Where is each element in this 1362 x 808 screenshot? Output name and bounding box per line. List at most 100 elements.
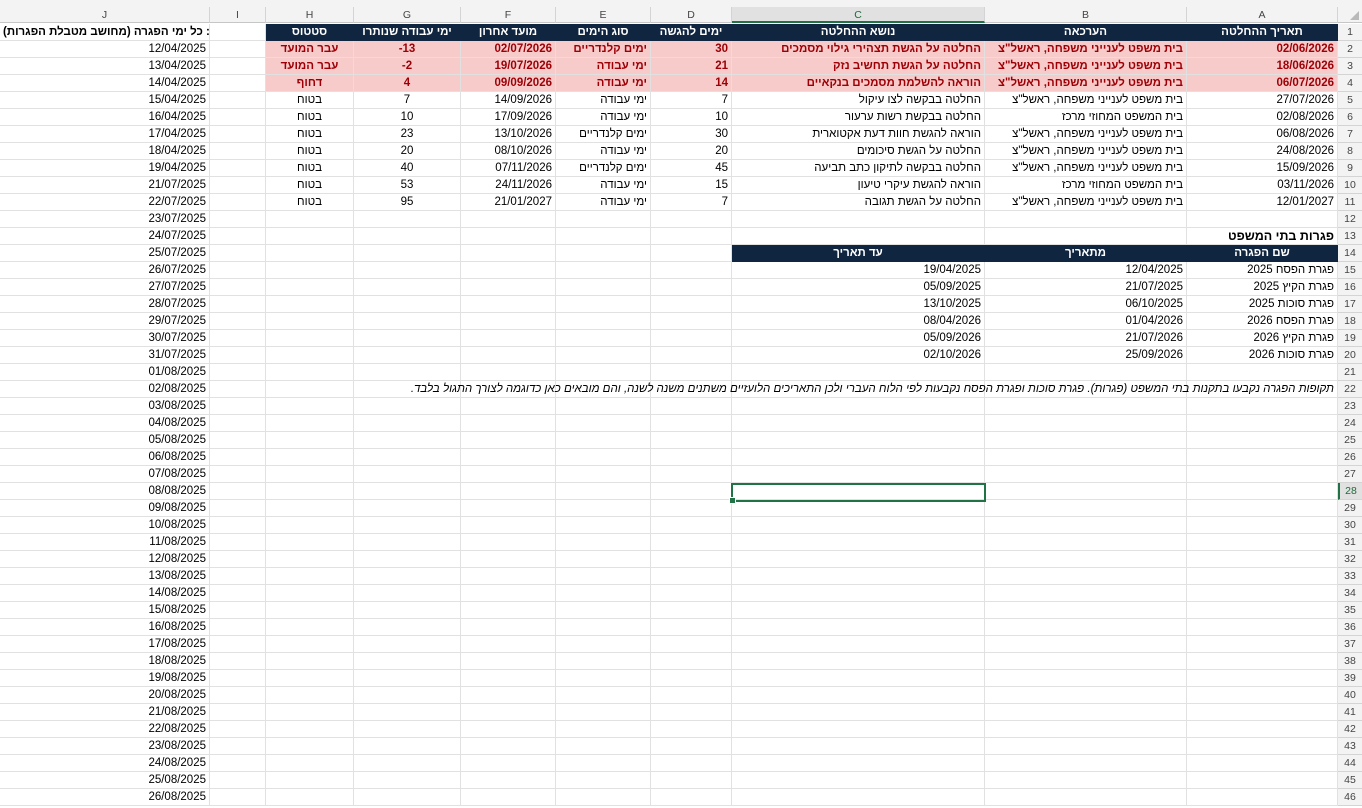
cell-c[interactable] — [732, 398, 985, 415]
cell-e[interactable] — [556, 279, 651, 296]
cell-holiday-date[interactable]: 12/08/2025 — [0, 551, 210, 568]
cell-e[interactable] — [556, 585, 651, 602]
cell-i[interactable] — [210, 160, 266, 177]
cell-e[interactable] — [556, 772, 651, 789]
cell-holiday-date[interactable]: 23/07/2025 — [0, 211, 210, 228]
cell-i[interactable] — [210, 602, 266, 619]
cell-f[interactable] — [461, 262, 556, 279]
cell-g[interactable] — [354, 211, 461, 228]
cell-b[interactable] — [985, 228, 1187, 245]
cell-d[interactable] — [651, 228, 732, 245]
cell-f[interactable] — [461, 449, 556, 466]
holiday-name-cell[interactable]: פגרת הפסח 2025 — [1187, 262, 1338, 279]
cell-i[interactable] — [210, 41, 266, 58]
cell-i[interactable] — [210, 619, 266, 636]
cell-i[interactable] — [210, 517, 266, 534]
column-header-i[interactable]: I — [210, 7, 266, 23]
cell-i[interactable] — [210, 687, 266, 704]
cell-e[interactable] — [556, 704, 651, 721]
remaining-days-cell[interactable]: 4 — [354, 75, 461, 92]
cell-b[interactable] — [985, 500, 1187, 517]
cell-a[interactable] — [1187, 432, 1338, 449]
row-header[interactable]: 14 — [1338, 245, 1362, 262]
cell-c[interactable] — [732, 551, 985, 568]
cell-d[interactable] — [651, 772, 732, 789]
holiday-from-cell[interactable]: 12/04/2025 — [985, 262, 1187, 279]
day-type-cell[interactable]: ימי עבודה — [556, 75, 651, 92]
cell-c[interactable] — [732, 585, 985, 602]
cell-f[interactable] — [461, 432, 556, 449]
cell-i[interactable] — [210, 534, 266, 551]
cell-i[interactable] — [210, 755, 266, 772]
cell-f[interactable] — [461, 313, 556, 330]
cell-holiday-date[interactable]: 16/08/2025 — [0, 619, 210, 636]
cell-a[interactable] — [1187, 551, 1338, 568]
column-header-a[interactable]: A — [1187, 7, 1338, 23]
day-type-cell[interactable]: ימים קלנדריים — [556, 160, 651, 177]
deadline-cell[interactable]: 24/11/2026 — [461, 177, 556, 194]
remaining-days-cell[interactable]: 7 — [354, 92, 461, 109]
status-cell[interactable]: בטוח — [266, 143, 354, 160]
decision-subject-cell[interactable]: החלטה על הגשת תגובה — [732, 194, 985, 211]
row-header[interactable]: 43 — [1338, 738, 1362, 755]
cell-g[interactable] — [354, 279, 461, 296]
cell-i[interactable] — [210, 245, 266, 262]
cell-holiday-date[interactable]: 25/08/2025 — [0, 772, 210, 789]
day-type-cell[interactable]: ימי עבודה — [556, 143, 651, 160]
row-header[interactable]: 41 — [1338, 704, 1362, 721]
cell-a[interactable] — [1187, 500, 1338, 517]
holiday-from-cell[interactable]: 21/07/2025 — [985, 279, 1187, 296]
row-header[interactable]: 15 — [1338, 262, 1362, 279]
cell-b[interactable] — [985, 653, 1187, 670]
row-header[interactable]: 39 — [1338, 670, 1362, 687]
deadline-cell[interactable]: 09/09/2026 — [461, 75, 556, 92]
cell-a[interactable] — [1187, 653, 1338, 670]
cell-d[interactable] — [651, 704, 732, 721]
cell-a[interactable] — [1187, 687, 1338, 704]
cell-d[interactable] — [651, 415, 732, 432]
cell-d[interactable] — [651, 398, 732, 415]
cell-f[interactable] — [461, 466, 556, 483]
holiday-name-cell[interactable]: פגרת הקיץ 2025 — [1187, 279, 1338, 296]
cell-c[interactable] — [732, 619, 985, 636]
days-to-file-cell[interactable]: 20 — [651, 143, 732, 160]
cell-g[interactable] — [354, 313, 461, 330]
cell-d[interactable] — [651, 313, 732, 330]
cell-d[interactable] — [651, 262, 732, 279]
cell-e[interactable] — [556, 347, 651, 364]
row-header[interactable]: 1 — [1338, 24, 1362, 41]
cell-g[interactable] — [354, 364, 461, 381]
cell-e[interactable] — [556, 755, 651, 772]
row-header[interactable]: 31 — [1338, 534, 1362, 551]
cell-a[interactable] — [1187, 517, 1338, 534]
cell-i[interactable] — [210, 381, 266, 398]
cell-a[interactable] — [1187, 398, 1338, 415]
cell-e[interactable] — [556, 449, 651, 466]
cell-i[interactable] — [210, 551, 266, 568]
row-header[interactable]: 17 — [1338, 296, 1362, 313]
row-header[interactable]: 6 — [1338, 109, 1362, 126]
decision-date-cell[interactable]: 24/08/2026 — [1187, 143, 1338, 160]
day-type-cell[interactable]: ימים קלנדריים — [556, 126, 651, 143]
cell-holiday-date[interactable]: 16/04/2025 — [0, 109, 210, 126]
cell-g[interactable] — [354, 721, 461, 738]
cell-i[interactable] — [210, 483, 266, 500]
cell-e[interactable] — [556, 619, 651, 636]
cell-c[interactable] — [732, 653, 985, 670]
cell-h[interactable] — [266, 296, 354, 313]
cell-f[interactable] — [461, 636, 556, 653]
cell-g[interactable] — [354, 262, 461, 279]
holiday-from-cell[interactable]: 01/04/2026 — [985, 313, 1187, 330]
decision-subject-cell[interactable]: החלטה על הגשת סיכומים — [732, 143, 985, 160]
cell-e[interactable] — [556, 789, 651, 806]
cell-holiday-date[interactable]: 17/08/2025 — [0, 636, 210, 653]
cell-i[interactable] — [210, 704, 266, 721]
court-cell[interactable]: בית המשפט המחוזי מרכז — [985, 109, 1187, 126]
header-d[interactable]: ימים להגשה — [651, 24, 732, 41]
cell-holiday-date[interactable]: 19/04/2025 — [0, 160, 210, 177]
cell-b[interactable] — [985, 551, 1187, 568]
cell-f[interactable] — [461, 500, 556, 517]
cell-holiday-date[interactable]: 25/07/2025 — [0, 245, 210, 262]
days-to-file-cell[interactable]: 30 — [651, 126, 732, 143]
cell-b[interactable] — [985, 670, 1187, 687]
